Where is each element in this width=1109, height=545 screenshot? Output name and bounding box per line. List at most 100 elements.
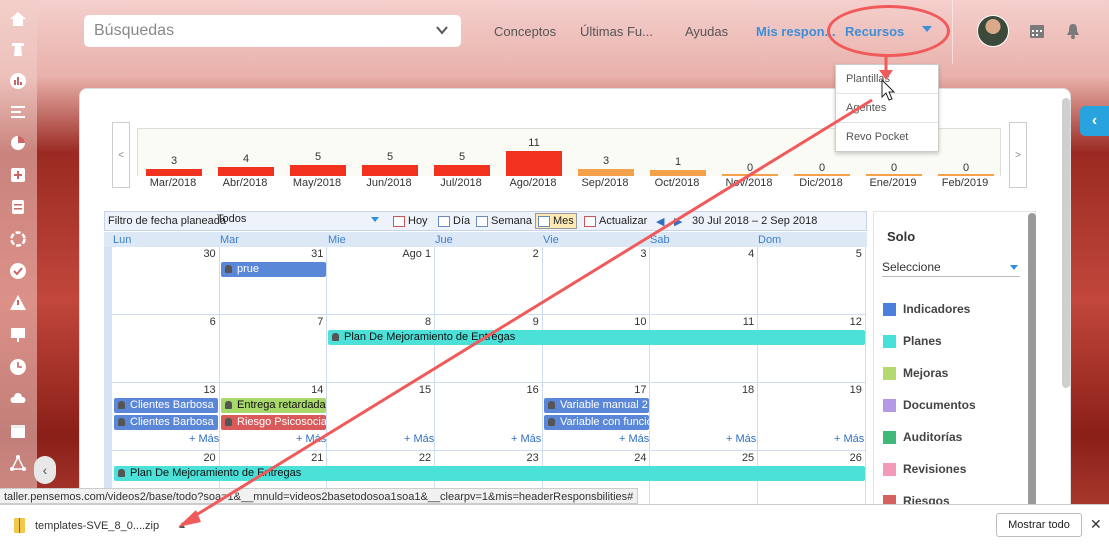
day-cell[interactable]: 30 xyxy=(112,247,220,315)
side-panel-toggle[interactable]: ‹ xyxy=(1080,106,1109,136)
bar-chart-icon[interactable] xyxy=(9,72,27,90)
filter-select[interactable]: Todos xyxy=(217,213,246,225)
calendar-icon[interactable] xyxy=(9,422,27,440)
day-cell[interactable]: 9 xyxy=(435,315,543,383)
dia-button[interactable]: Día xyxy=(438,215,470,227)
chart-bar[interactable] xyxy=(434,164,490,176)
more-link[interactable]: + Más xyxy=(296,433,326,445)
legend-item-documentos[interactable]: Documentos xyxy=(883,398,976,412)
chart-prev-button[interactable]: < xyxy=(112,122,130,188)
nav-ultimas-funciones[interactable]: Últimas Fu... xyxy=(580,24,653,39)
next-period-icon[interactable]: ▶ xyxy=(674,215,682,228)
event-clientes-barbosa[interactable]: Clientes Barbosa xyxy=(114,415,218,430)
day-header: Sab xyxy=(650,234,670,246)
bell-icon[interactable] xyxy=(1064,22,1082,40)
legend-item-auditorias[interactable]: Auditorías xyxy=(883,430,962,444)
chart-bar[interactable] xyxy=(146,169,202,176)
chevron-up-icon[interactable]: ▲ xyxy=(177,520,187,531)
day-cell[interactable]: 4 xyxy=(650,247,759,315)
page-scrollbar[interactable] xyxy=(1062,98,1070,388)
check-circle-icon[interactable] xyxy=(9,262,27,280)
more-link[interactable]: + Más xyxy=(834,433,864,445)
day-cell[interactable]: 8 xyxy=(327,315,436,383)
more-link[interactable]: + Más xyxy=(619,433,649,445)
event-plan-mejoramiento[interactable]: Plan De Mejoramiento de Entregas xyxy=(114,466,865,481)
chart-bar[interactable] xyxy=(506,151,562,176)
chart-bar[interactable] xyxy=(722,174,778,176)
filter-panel-scrollbar[interactable] xyxy=(1028,213,1036,510)
clock-icon[interactable] xyxy=(9,358,27,376)
list-icon[interactable] xyxy=(9,198,27,216)
nav-ayudas[interactable]: Ayudas xyxy=(685,24,728,39)
type-select[interactable]: Seleccione xyxy=(882,260,1020,277)
chart-next-button[interactable]: > xyxy=(1009,122,1027,188)
menu-item-revo-pocket[interactable]: Revo Pocket xyxy=(836,123,938,152)
presentation-icon[interactable] xyxy=(9,326,27,344)
chart-bar[interactable] xyxy=(218,166,274,176)
chart-bar[interactable] xyxy=(290,164,346,176)
legend-swatch xyxy=(883,302,896,316)
mes-button[interactable]: Mes xyxy=(535,213,577,229)
day-cell[interactable]: 31 xyxy=(219,247,328,315)
semana-button[interactable]: Semana xyxy=(476,215,532,227)
event-clientes-barbosa[interactable]: Clientes Barbosa xyxy=(114,398,218,413)
pie-chart-icon[interactable] xyxy=(9,134,27,152)
sidebar-collapse-button[interactable]: ‹ xyxy=(34,456,56,484)
category-label: Oct/2018 xyxy=(654,177,700,189)
download-item[interactable]: templates-SVE_8_0....zip ▲ xyxy=(14,518,187,533)
more-link[interactable]: + Más xyxy=(404,433,434,445)
day-cell[interactable]: Ago 1 xyxy=(327,247,436,315)
more-link[interactable]: + Más xyxy=(511,433,541,445)
day-number: 21 xyxy=(311,452,324,464)
chart-bar[interactable] xyxy=(578,169,634,176)
actualizar-button[interactable]: Actualizar xyxy=(584,215,647,227)
legend-item-indicadores[interactable]: Indicadores xyxy=(883,302,970,316)
cycle-icon[interactable] xyxy=(9,230,27,248)
cloud-icon[interactable] xyxy=(9,390,27,408)
chart-bar[interactable] xyxy=(866,174,922,176)
day-cell[interactable]: 5 xyxy=(758,247,866,315)
legend-item-planes[interactable]: Planes xyxy=(883,334,942,348)
search-input[interactable]: Búsquedas xyxy=(84,15,461,47)
legend-item-revisiones[interactable]: Revisiones xyxy=(883,462,966,476)
chart-bar[interactable] xyxy=(362,164,418,176)
more-link[interactable]: + Más xyxy=(189,433,219,445)
bar-value-label: 3 xyxy=(602,155,610,168)
event-entrega-retardada[interactable]: Entrega retardada xyxy=(221,398,326,413)
day-cell[interactable]: 7 xyxy=(219,315,328,383)
show-all-button[interactable]: Mostrar todo xyxy=(996,513,1082,537)
category-label: Abr/2018 xyxy=(222,177,268,189)
nav-conceptos[interactable]: Conceptos xyxy=(494,24,556,39)
more-link[interactable]: + Más xyxy=(726,433,756,445)
day-cell[interactable]: 3 xyxy=(542,247,651,315)
warning-icon[interactable] xyxy=(9,294,27,312)
event-variable-manual[interactable]: Variable manual 2 xyxy=(544,398,649,413)
avatar[interactable] xyxy=(977,15,1009,47)
event-prue[interactable]: prue xyxy=(221,262,326,277)
day-cell[interactable]: 6 xyxy=(112,315,220,383)
chart-bar[interactable] xyxy=(794,174,850,176)
status-url: taller.pensemos.com/videos2/base/todo?so… xyxy=(0,488,639,504)
menu-item-agentes[interactable]: Agentes xyxy=(836,94,938,123)
chart-bar[interactable] xyxy=(938,174,994,176)
day-cell[interactable]: 11 xyxy=(650,315,759,383)
menu-item-plantillas[interactable]: Plantillas xyxy=(836,65,938,94)
nav-mis-responsabilidades[interactable]: Mis respon... xyxy=(756,24,835,39)
hoy-button[interactable]: Hoy xyxy=(393,215,428,227)
align-icon[interactable] xyxy=(9,103,27,121)
chart-bar[interactable] xyxy=(650,170,706,176)
calendar-icon[interactable] xyxy=(1028,22,1046,40)
event-riesgo-psicosocial[interactable]: Riesgo Psicosocial xyxy=(221,415,326,430)
close-icon[interactable]: ✕ xyxy=(1090,516,1102,533)
filter-caret-icon[interactable] xyxy=(371,217,379,222)
network-icon[interactable] xyxy=(9,454,27,472)
event-plan-mejoramiento[interactable]: Plan De Mejoramiento de Entregas xyxy=(328,330,865,345)
legend-item-mejoras[interactable]: Mejoras xyxy=(883,366,948,380)
day-cell[interactable]: 10 xyxy=(542,315,651,383)
prev-period-icon[interactable]: ◀ xyxy=(656,215,664,228)
day-cell[interactable]: 12 xyxy=(758,315,866,383)
day-cell[interactable]: 2 xyxy=(435,247,543,315)
day-number: 17 xyxy=(634,384,647,396)
plus-square-icon[interactable] xyxy=(9,166,27,184)
event-variable-funcion[interactable]: Variable con funcio xyxy=(544,415,649,430)
